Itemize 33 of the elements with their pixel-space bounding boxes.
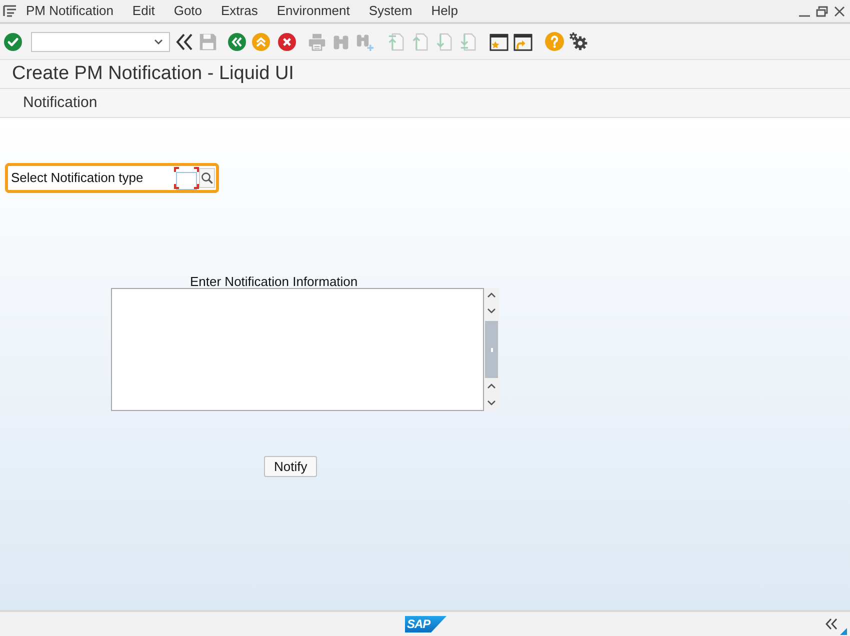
close-icon[interactable] bbox=[834, 6, 845, 16]
settings-icon[interactable] bbox=[568, 32, 588, 51]
field-label: Select Notification type bbox=[11, 170, 144, 186]
page-title: Create PM Notification - Liquid UI bbox=[12, 63, 294, 85]
chevron-up-icon[interactable] bbox=[487, 292, 496, 298]
chevron-down-icon[interactable] bbox=[487, 400, 496, 406]
toolbar-button[interactable]: Notification bbox=[23, 94, 98, 112]
scrollbar-thumb[interactable] bbox=[485, 321, 498, 378]
menu-item[interactable]: Environment bbox=[276, 1, 350, 21]
close-circle-icon[interactable] bbox=[278, 32, 296, 50]
menu-item[interactable]: Help bbox=[431, 1, 458, 21]
triangle-icon bbox=[840, 628, 847, 635]
chevron-up-icon[interactable] bbox=[487, 383, 496, 389]
double-chevron-left-circle-icon[interactable] bbox=[228, 32, 246, 50]
command-field[interactable] bbox=[31, 32, 170, 52]
menu-icon[interactable] bbox=[3, 5, 17, 17]
menu-item[interactable]: Goto bbox=[174, 1, 202, 21]
chevron-down-icon[interactable] bbox=[487, 308, 496, 314]
chevron-down-icon[interactable] bbox=[154, 38, 163, 44]
menu-item[interactable]: System bbox=[368, 1, 412, 21]
search-icon bbox=[201, 172, 213, 184]
notification-type-field[interactable] bbox=[174, 167, 199, 189]
logo: SAP bbox=[405, 616, 447, 632]
notify-button[interactable]: Notify bbox=[264, 456, 318, 477]
search-help-button[interactable] bbox=[199, 168, 215, 188]
double-chevron-left-icon[interactable] bbox=[176, 32, 192, 50]
menu-item[interactable]: PM Notification bbox=[26, 1, 114, 21]
textarea-label: Enter Notification Information bbox=[189, 275, 359, 288]
check-circle-icon[interactable] bbox=[4, 32, 22, 50]
menu-item[interactable]: Edit bbox=[132, 1, 155, 21]
double-chevron-left-icon[interactable] bbox=[825, 618, 838, 630]
menu-item[interactable]: Extras bbox=[221, 1, 258, 21]
restore-icon[interactable] bbox=[816, 6, 828, 16]
